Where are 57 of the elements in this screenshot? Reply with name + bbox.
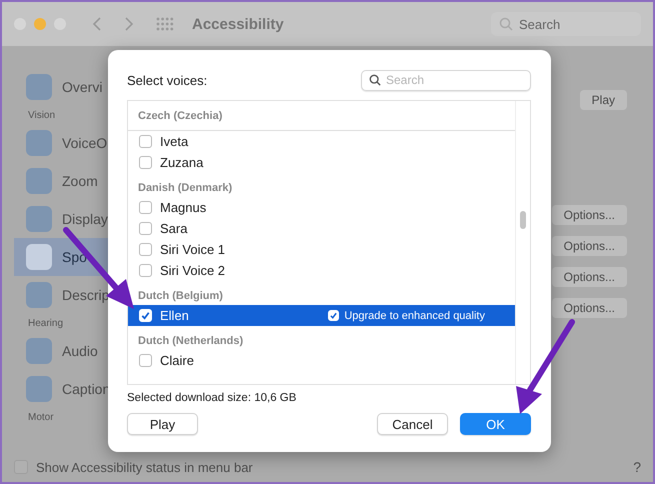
grid-icon[interactable] [156,17,174,31]
category-icon [26,282,52,308]
minimize-button[interactable] [34,18,46,30]
section-label: Vision [27,108,56,122]
category-icon [26,130,52,156]
voice-row[interactable]: Iveta [128,131,515,152]
forward-icon[interactable] [124,16,134,32]
checkbox[interactable] [139,201,152,214]
scrollbar-thumb[interactable] [520,211,526,229]
download-size-text: Selected download size: 10,6 GB [127,392,298,406]
window-title: Accessibility [192,16,284,32]
voice-row[interactable]: Siri Voice 2 [128,260,515,281]
checkbox[interactable] [139,354,152,367]
sidebar-item[interactable]: Audio [14,332,122,370]
sidebar-item[interactable]: Zoom [14,162,122,200]
checkbox[interactable] [139,135,152,148]
checkbox[interactable] [139,156,152,169]
help-button[interactable]: ? [633,459,641,475]
back-icon[interactable] [92,16,102,32]
options-button[interactable]: Options... [552,267,627,287]
sidebar-item[interactable]: Display [14,200,122,238]
voice-row[interactable]: Sara [128,218,515,239]
voice-row[interactable]: Zuzana [128,152,515,173]
category-icon [26,74,52,100]
checkbox-label: Show Accessibility status in menu bar [36,460,253,474]
checkbox[interactable] [139,264,152,277]
options-button[interactable]: Options... [552,236,627,256]
checkbox[interactable] [139,243,152,256]
group-header: Danish (Denmark) [137,181,234,196]
voice-row[interactable]: Claire [128,350,515,371]
category-icon [26,244,52,270]
upgrade-label: Upgrade to enhanced quality [344,310,485,322]
ok-button[interactable]: OK [460,413,531,435]
search-icon [499,17,513,31]
voice-row[interactable]: Siri Voice 1 [128,239,515,260]
play-button[interactable]: Play [127,413,198,435]
group-header: Dutch (Netherlands) [137,334,244,349]
group-header: Czech (Czechia) [128,101,515,131]
section-label: Hearing [27,316,64,330]
play-button[interactable]: Play [580,90,627,110]
search-icon [369,74,381,86]
checkbox[interactable] [139,222,152,235]
voice-row[interactable]: Magnus [128,197,515,218]
cancel-button[interactable]: Cancel [377,413,448,435]
section-label: Motor [27,410,55,424]
category-icon [26,206,52,232]
dialog-title: Select voices: [127,72,208,88]
category-icon [26,376,52,402]
options-button[interactable]: Options... [552,205,627,225]
category-icon [26,338,52,364]
sidebar-item[interactable]: Overvi [14,68,122,106]
search-field[interactable]: Search [491,12,641,36]
category-icon [26,168,52,194]
sidebar-item[interactable]: Descrip [14,276,122,314]
options-button[interactable]: Options... [552,298,627,318]
sidebar-item[interactable]: VoiceO [14,124,122,162]
group-header: Dutch (Belgium) [137,289,224,304]
